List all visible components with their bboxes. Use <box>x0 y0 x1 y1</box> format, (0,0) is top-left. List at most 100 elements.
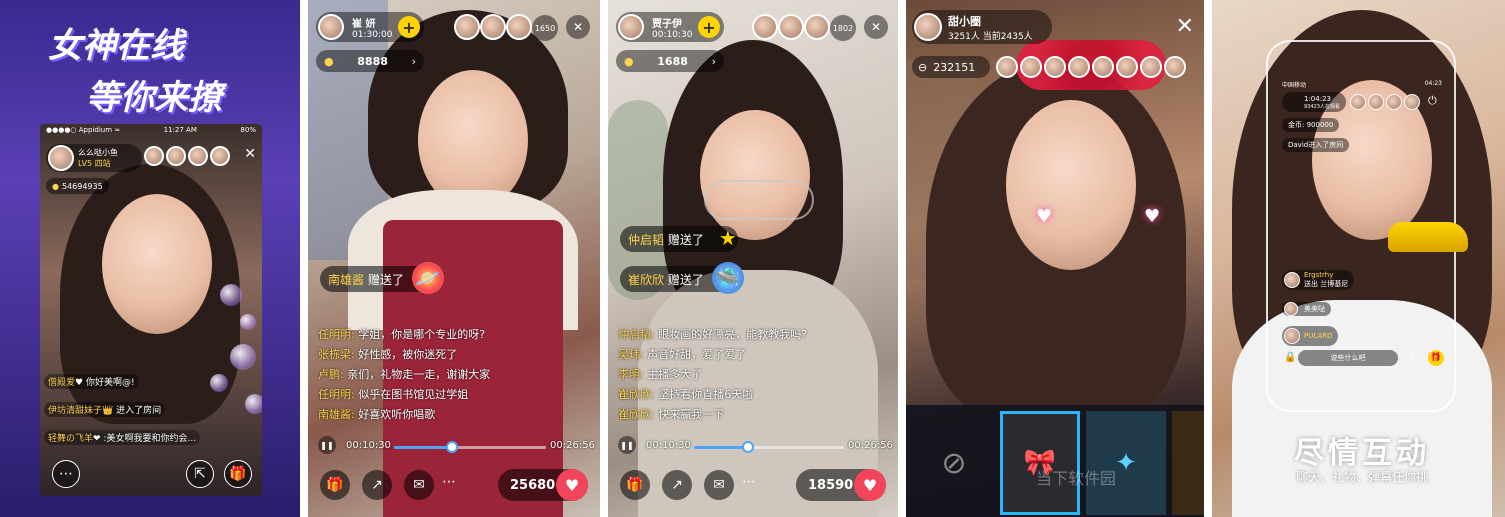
live-panel-4: ♥ ♥ 甜小圈 3251人 当前2435人 ✕ ⊖ 232151 ⊘ 🎀 ✦ 当… <box>906 0 1204 517</box>
message-input[interactable]: 说些什么吧 <box>1298 350 1398 366</box>
time-current: 00:10:30 <box>346 440 391 451</box>
gift-box-button[interactable]: 🎁 <box>620 470 650 500</box>
viewer-avatar-8[interactable] <box>1164 56 1186 78</box>
coins-pill[interactable]: ⊖ 232151 <box>912 56 990 78</box>
status-carrier: 中国移动 <box>1282 82 1307 89</box>
more-icon[interactable]: ⋯ <box>442 474 456 490</box>
ufo-icon: 🛸 <box>711 262 744 294</box>
power-icon[interactable]: ⏻ <box>1428 94 1437 108</box>
live-panel-3: 贾子伊 00:10:30 + 1802 ✕ ● 1688 › 仲启韬 赠送了 ★… <box>608 0 898 517</box>
glasses-icon <box>704 180 814 220</box>
close-icon[interactable]: ✕ <box>1176 14 1194 39</box>
sticker-tray: ⊘ 🎀 ✦ 当下软件园 <box>906 405 1204 517</box>
viewer-avatar-3[interactable] <box>1044 56 1066 78</box>
pause-button[interactable]: ❚❚ <box>618 436 636 454</box>
viewer-avatar-3[interactable] <box>506 14 532 40</box>
pause-button[interactable]: ❚❚ <box>318 436 336 454</box>
follow-button[interactable]: + <box>698 16 720 38</box>
share-icon[interactable]: ⇪ <box>1408 352 1416 363</box>
host-avatar[interactable] <box>914 13 942 41</box>
close-button[interactable]: ✕ <box>864 15 888 39</box>
status-time: 11:27 AM <box>163 126 197 134</box>
gift-box-button[interactable]: 🎁 <box>320 470 350 500</box>
viewer-avatar-1[interactable] <box>1350 94 1366 110</box>
host-avatar[interactable] <box>48 145 74 171</box>
chat-message: 任明明: 学姐，你是哪个专业的呀? <box>318 328 486 341</box>
host-face <box>700 110 810 240</box>
heart-icon[interactable]: ♥ <box>556 469 588 501</box>
viewer-avatar-2[interactable] <box>1368 94 1384 110</box>
chat-avatar <box>1284 302 1298 316</box>
chat-message: 吴玮: 声音好甜，爱了爱了 <box>618 348 747 361</box>
close-button[interactable]: ✕ <box>566 15 590 39</box>
follow-button[interactable]: + <box>398 16 420 38</box>
panel-gap <box>300 0 308 517</box>
chevron-right-icon: › <box>411 54 416 68</box>
chat-message: 任明明: 似乎在图书馆见过学姐 <box>318 388 469 401</box>
host-info-pill[interactable]: 1:04:23 93423人在观看 <box>1282 92 1346 112</box>
progress-knob[interactable] <box>445 441 458 453</box>
likes-pill[interactable]: 25680 ♥ <box>498 469 588 501</box>
host-avatar[interactable] <box>618 14 644 40</box>
viewer-avatar-1[interactable] <box>144 146 164 166</box>
viewer-id: 54694935 <box>61 181 103 191</box>
coins-pill[interactable]: ● 1688 › <box>616 50 724 72</box>
bubble-effect <box>220 284 242 306</box>
chat-avatar <box>1284 272 1300 288</box>
viewer-avatar-1[interactable] <box>996 56 1018 78</box>
viewer-avatar-5[interactable] <box>1092 56 1114 78</box>
chat-button[interactable]: ✉ <box>704 470 734 500</box>
progress-track[interactable] <box>694 441 844 453</box>
chat-message: 张栋梁: 好性感，被你迷死了 <box>318 348 458 361</box>
viewer-count-badge[interactable]: 1650 <box>532 15 558 41</box>
status-bar: ●●●●○ Appidium ≈ 11:27 AM 80% <box>40 124 262 138</box>
viewer-avatar-6[interactable] <box>1116 56 1138 78</box>
viewer-avatar-3[interactable] <box>1386 94 1402 110</box>
sticker-none-option[interactable]: ⊘ <box>912 413 996 513</box>
lock-icon[interactable]: 🔒 <box>1284 352 1296 363</box>
progress-track[interactable] <box>394 441 546 453</box>
viewer-avatar-1[interactable] <box>752 14 778 40</box>
viewer-count-badge[interactable]: 1802 <box>830 15 856 41</box>
viewer-avatar-4[interactable] <box>1404 94 1420 110</box>
comment-button[interactable]: ⋯ <box>52 460 80 488</box>
headline-line-2: 等你来撩 <box>86 78 222 118</box>
gift-icon[interactable]: 🎁 <box>1428 350 1444 366</box>
likes-pill[interactable]: 18590 ♥ <box>796 469 886 501</box>
panel-gap <box>1204 0 1212 517</box>
slogan: 尽情互动 <box>1294 436 1430 471</box>
heart-icon[interactable]: ♥ <box>854 469 886 501</box>
progress-knob[interactable] <box>742 441 754 453</box>
bubble-effect <box>210 374 228 392</box>
share-button[interactable]: ↗ <box>362 470 392 500</box>
viewer-avatar-1[interactable] <box>454 14 480 40</box>
chat-message: 李明: 主播多大了 <box>618 368 703 381</box>
viewer-avatar-3[interactable] <box>804 14 830 40</box>
planet-gift-icon: 🪐 <box>411 262 444 294</box>
coin-icon: ● <box>624 54 634 68</box>
host-avatar[interactable] <box>318 14 344 40</box>
sticker-ears-option[interactable]: ✦ <box>1086 411 1166 515</box>
time-total: 00:26:56 <box>550 440 595 451</box>
gift-button[interactable]: 🎁 <box>224 460 252 488</box>
viewer-avatar-2[interactable] <box>480 14 506 40</box>
close-icon[interactable]: ✕ <box>244 146 256 162</box>
viewer-avatar-2[interactable] <box>166 146 186 166</box>
viewer-avatar-2[interactable] <box>778 14 804 40</box>
host-face <box>418 70 528 210</box>
viewer-avatar-4[interactable] <box>1068 56 1090 78</box>
viewer-avatar-7[interactable] <box>1140 56 1162 78</box>
share-button[interactable]: ↗ <box>662 470 692 500</box>
viewer-avatar-2[interactable] <box>1020 56 1042 78</box>
viewer-avatar-4[interactable] <box>210 146 230 166</box>
more-icon[interactable]: ⋯ <box>742 474 756 490</box>
share-button[interactable]: ⇱ <box>186 460 214 488</box>
sticker-bow-option[interactable]: 🎀 <box>1000 411 1080 515</box>
coins-pill[interactable]: 金币: 900000 <box>1282 118 1340 132</box>
status-battery: 80% <box>240 126 256 134</box>
chat-button[interactable]: ✉ <box>404 470 434 500</box>
sticker-extra-option[interactable] <box>1172 411 1204 515</box>
chat-message: 僧殿爱♥ 你好美啊@! <box>44 374 139 389</box>
coins-pill[interactable]: ● 8888 › <box>316 50 424 72</box>
viewer-avatar-3[interactable] <box>188 146 208 166</box>
